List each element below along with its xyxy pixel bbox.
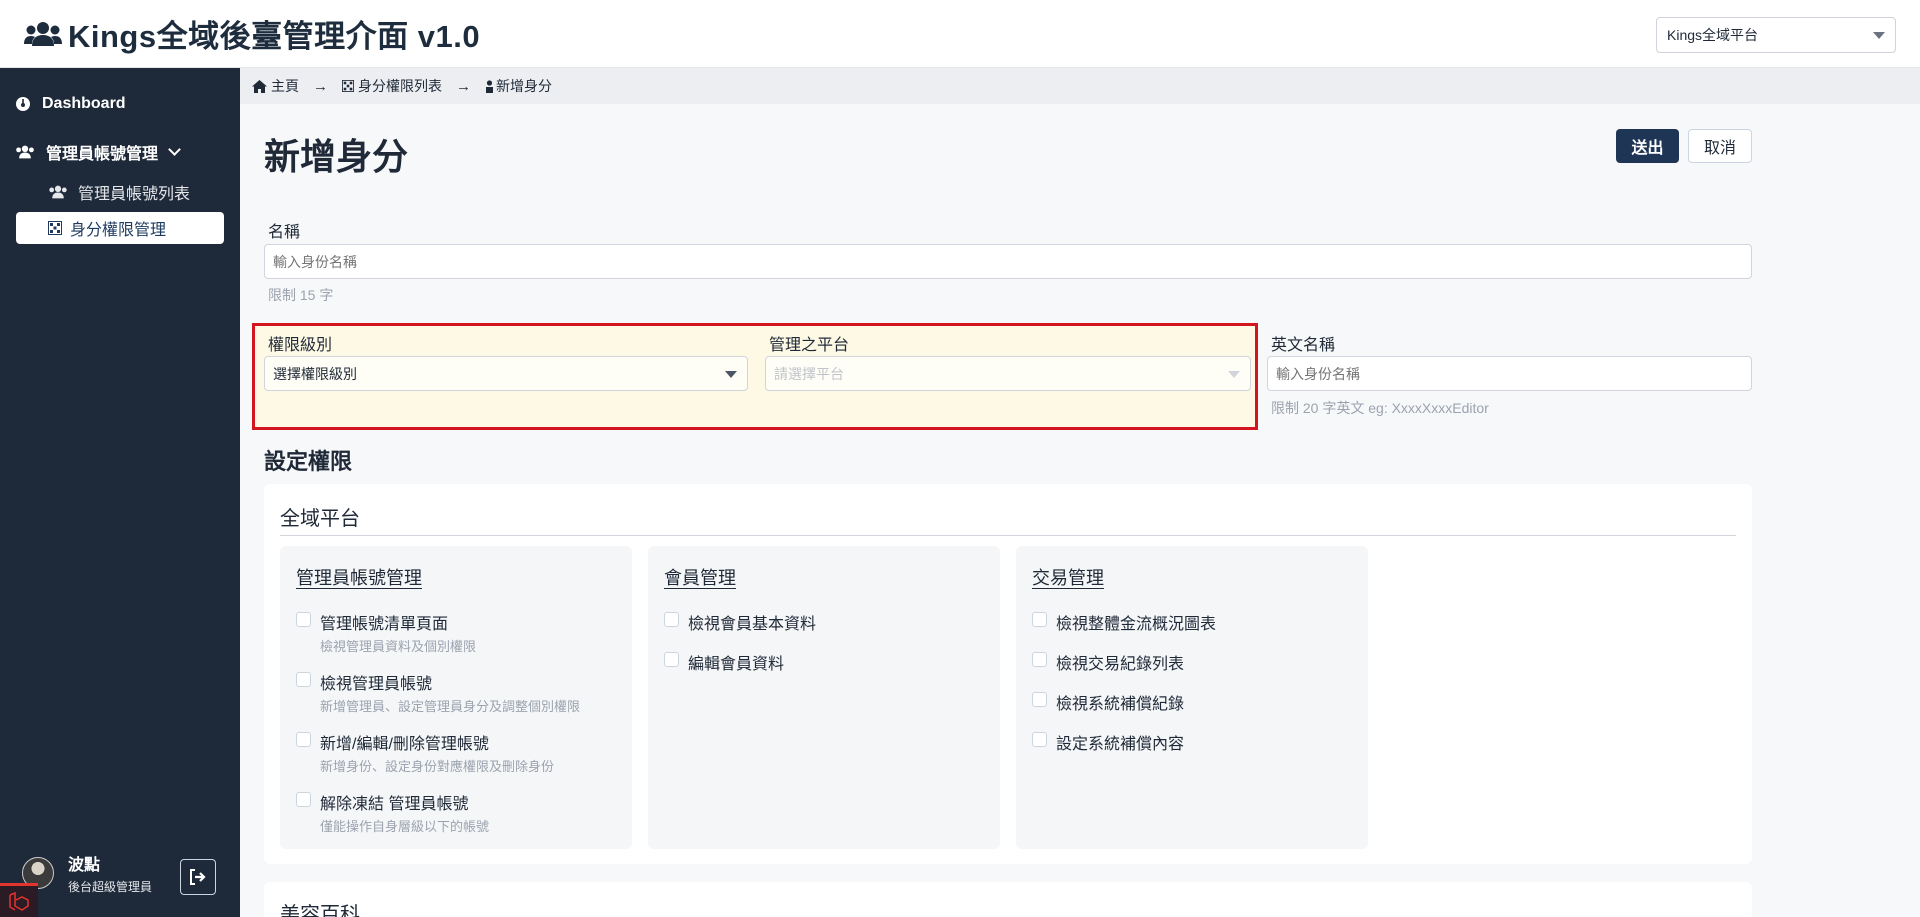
sidebar-group-admin[interactable]: 管理員帳號管理 (14, 136, 181, 168)
cancel-button[interactable]: 取消 (1688, 129, 1752, 163)
platform-label: 管理之平台 (769, 337, 850, 354)
page-title: 新增身分 (264, 136, 409, 177)
breadcrumb-label: 新增身分 (496, 78, 552, 94)
sidebar-item-roles[interactable]: 身分權限管理 (16, 212, 224, 244)
permission-checkbox[interactable] (1032, 652, 1047, 667)
sidebar-item-label: 身分權限管理 (70, 222, 167, 239)
permission-checkbox[interactable] (1032, 692, 1047, 707)
breadcrumb-label: 身分權限列表 (358, 78, 442, 94)
brand: Kings全域後臺管理介面 v1.0 (24, 11, 480, 56)
permission-label: 檢視整體金流概況圖表 (1056, 616, 1217, 633)
permission-checkbox[interactable] (296, 672, 311, 687)
breadcrumb-role-list[interactable]: 身分權限列表 (342, 76, 442, 96)
sidebar-item-dashboard[interactable]: Dashboard (14, 88, 126, 120)
laravel-logo-icon (9, 891, 29, 911)
permission-group-title: 交易管理 (1032, 568, 1104, 588)
arrow-right-icon: → (456, 77, 471, 95)
logout-button[interactable] (180, 859, 216, 895)
caret-down-icon (1873, 32, 1885, 39)
sidebar-group-label: 管理員帳號管理 (46, 146, 159, 163)
name-input[interactable] (264, 244, 1752, 279)
platform-select[interactable]: Kings全域平台 (1656, 17, 1896, 53)
sidebar-item-admin-list[interactable]: 管理員帳號列表 (16, 176, 224, 208)
logout-icon (190, 869, 206, 885)
home-icon (252, 79, 267, 93)
en-name-input[interactable] (1267, 356, 1752, 391)
permission-checkbox[interactable] (296, 792, 311, 807)
permission-checkbox[interactable] (296, 612, 311, 627)
arrow-right-icon: → (313, 77, 328, 95)
laravel-debug-icon[interactable] (0, 883, 38, 917)
sidebar-item-label: 管理員帳號列表 (78, 186, 191, 203)
chevron-down-icon (168, 142, 181, 156)
dashboard-gauge-icon (16, 97, 30, 111)
top-header: Kings全域後臺管理介面 v1.0 Kings全域平台 (0, 0, 1920, 68)
platform-card-title: 全域平台 (280, 508, 360, 530)
users-icon (16, 145, 34, 159)
users-icon (24, 21, 62, 46)
level-label: 權限級別 (268, 337, 333, 354)
permission-label: 檢視會員基本資料 (688, 616, 817, 633)
permission-checkbox[interactable] (664, 612, 679, 627)
breadcrumb: 主頁 → 身分權限列表 → 新增身分 (240, 68, 1920, 104)
breadcrumb-home[interactable]: 主頁 (252, 76, 299, 96)
en-name-label: 英文名稱 (1271, 337, 1336, 354)
sidebar-item-label: Dashboard (42, 95, 126, 112)
level-select-value: 選擇權限級別 (273, 365, 357, 382)
user-name: 波點 (68, 857, 101, 874)
submit-button[interactable]: 送出 (1616, 129, 1679, 163)
permission-checkbox[interactable] (296, 732, 311, 747)
permission-group: 交易管理 檢視整體金流概況圖表 檢視交易紀錄列表 檢視系統補償紀錄 設定系統補償… (1016, 546, 1368, 849)
platform-card: 全域平台 管理員帳號管理 管理帳號清單頁面 檢視管理員資料及個別權限 檢視管理員… (264, 484, 1752, 864)
permission-checkbox[interactable] (1032, 732, 1047, 747)
permission-label: 管理帳號清單頁面 (320, 616, 449, 633)
level-select[interactable]: 選擇權限級別 (264, 356, 748, 391)
managed-platform-select[interactable]: 請選擇平台 (765, 356, 1251, 391)
users-icon (49, 185, 67, 199)
permission-label: 檢視管理員帳號 (320, 676, 433, 693)
permission-desc: 僅能操作自身層級以下的帳號 (320, 819, 490, 834)
permission-label: 設定系統補償內容 (1056, 736, 1185, 753)
caret-down-icon (725, 371, 737, 378)
permission-label: 檢視系統補償紀錄 (1056, 696, 1185, 713)
platform-select-value: Kings全域平台 (1667, 27, 1759, 43)
permission-label: 解除凍結 管理員帳號 (320, 796, 469, 813)
permission-desc: 檢視管理員資料及個別權限 (320, 639, 477, 654)
permission-checkbox[interactable] (664, 652, 679, 667)
permission-group: 管理員帳號管理 管理帳號清單頁面 檢視管理員資料及個別權限 檢視管理員帳號 新增… (280, 546, 632, 849)
permissions-section-title: 設定權限 (264, 449, 353, 474)
platform-card: 美容百科 (264, 882, 1752, 917)
current-user: 波點 後台超級管理員 (22, 851, 152, 895)
grid-icon (48, 221, 62, 235)
permission-desc: 新增身份、設定身份對應權限及刪除身份 (320, 759, 555, 774)
user-icon (486, 79, 493, 93)
permission-label: 檢視交易紀錄列表 (1056, 656, 1185, 673)
permission-desc: 新增管理員、設定管理員身分及調整個別權限 (320, 699, 581, 714)
user-role: 後台超級管理員 (68, 880, 153, 894)
permission-checkbox[interactable] (1032, 612, 1047, 627)
caret-down-icon (1228, 371, 1240, 378)
grid-icon (342, 80, 354, 92)
permission-group-title: 會員管理 (664, 568, 736, 588)
breadcrumb-current: 新增身分 (485, 76, 552, 96)
name-label: 名稱 (268, 224, 301, 241)
app-title: Kings全域後臺管理介面 v1.0 (68, 19, 481, 54)
permission-group-title: 管理員帳號管理 (296, 568, 422, 588)
sidebar: Dashboard 管理員帳號管理 管理員帳號列表 身分權限管理 波點 後台超級… (0, 68, 240, 917)
platform-card-title: 美容百科 (280, 904, 360, 917)
divider (280, 535, 1736, 536)
breadcrumb-label: 主頁 (271, 78, 299, 94)
permission-label: 編輯會員資料 (688, 656, 785, 673)
platform-select-placeholder: 請選擇平台 (774, 365, 844, 382)
permission-group: 會員管理 檢視會員基本資料 編輯會員資料 (648, 546, 1000, 849)
permission-label: 新增/編輯/刪除管理帳號 (320, 736, 489, 753)
en-name-hint: 限制 20 字英文 eg: XxxxXxxxEditor (1271, 400, 1489, 416)
name-hint: 限制 15 字 (268, 287, 334, 303)
